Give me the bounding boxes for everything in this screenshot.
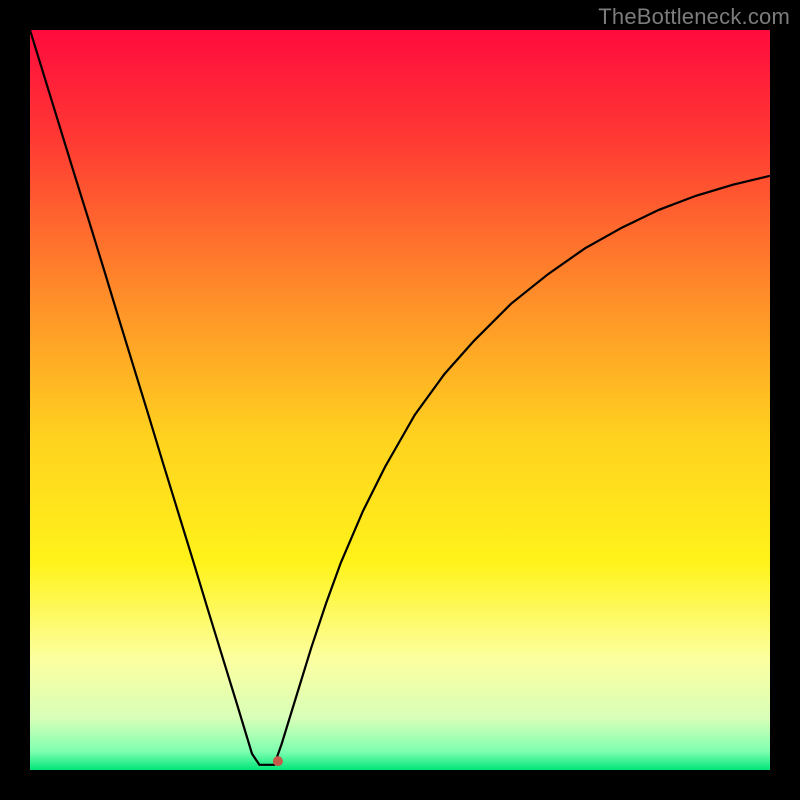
optimum-dot [273,756,283,766]
chart-frame: TheBottleneck.com [0,0,800,800]
plot-svg [30,30,770,770]
watermark-text: TheBottleneck.com [598,4,790,30]
plot-outer [30,30,770,770]
plot-background [30,30,770,770]
